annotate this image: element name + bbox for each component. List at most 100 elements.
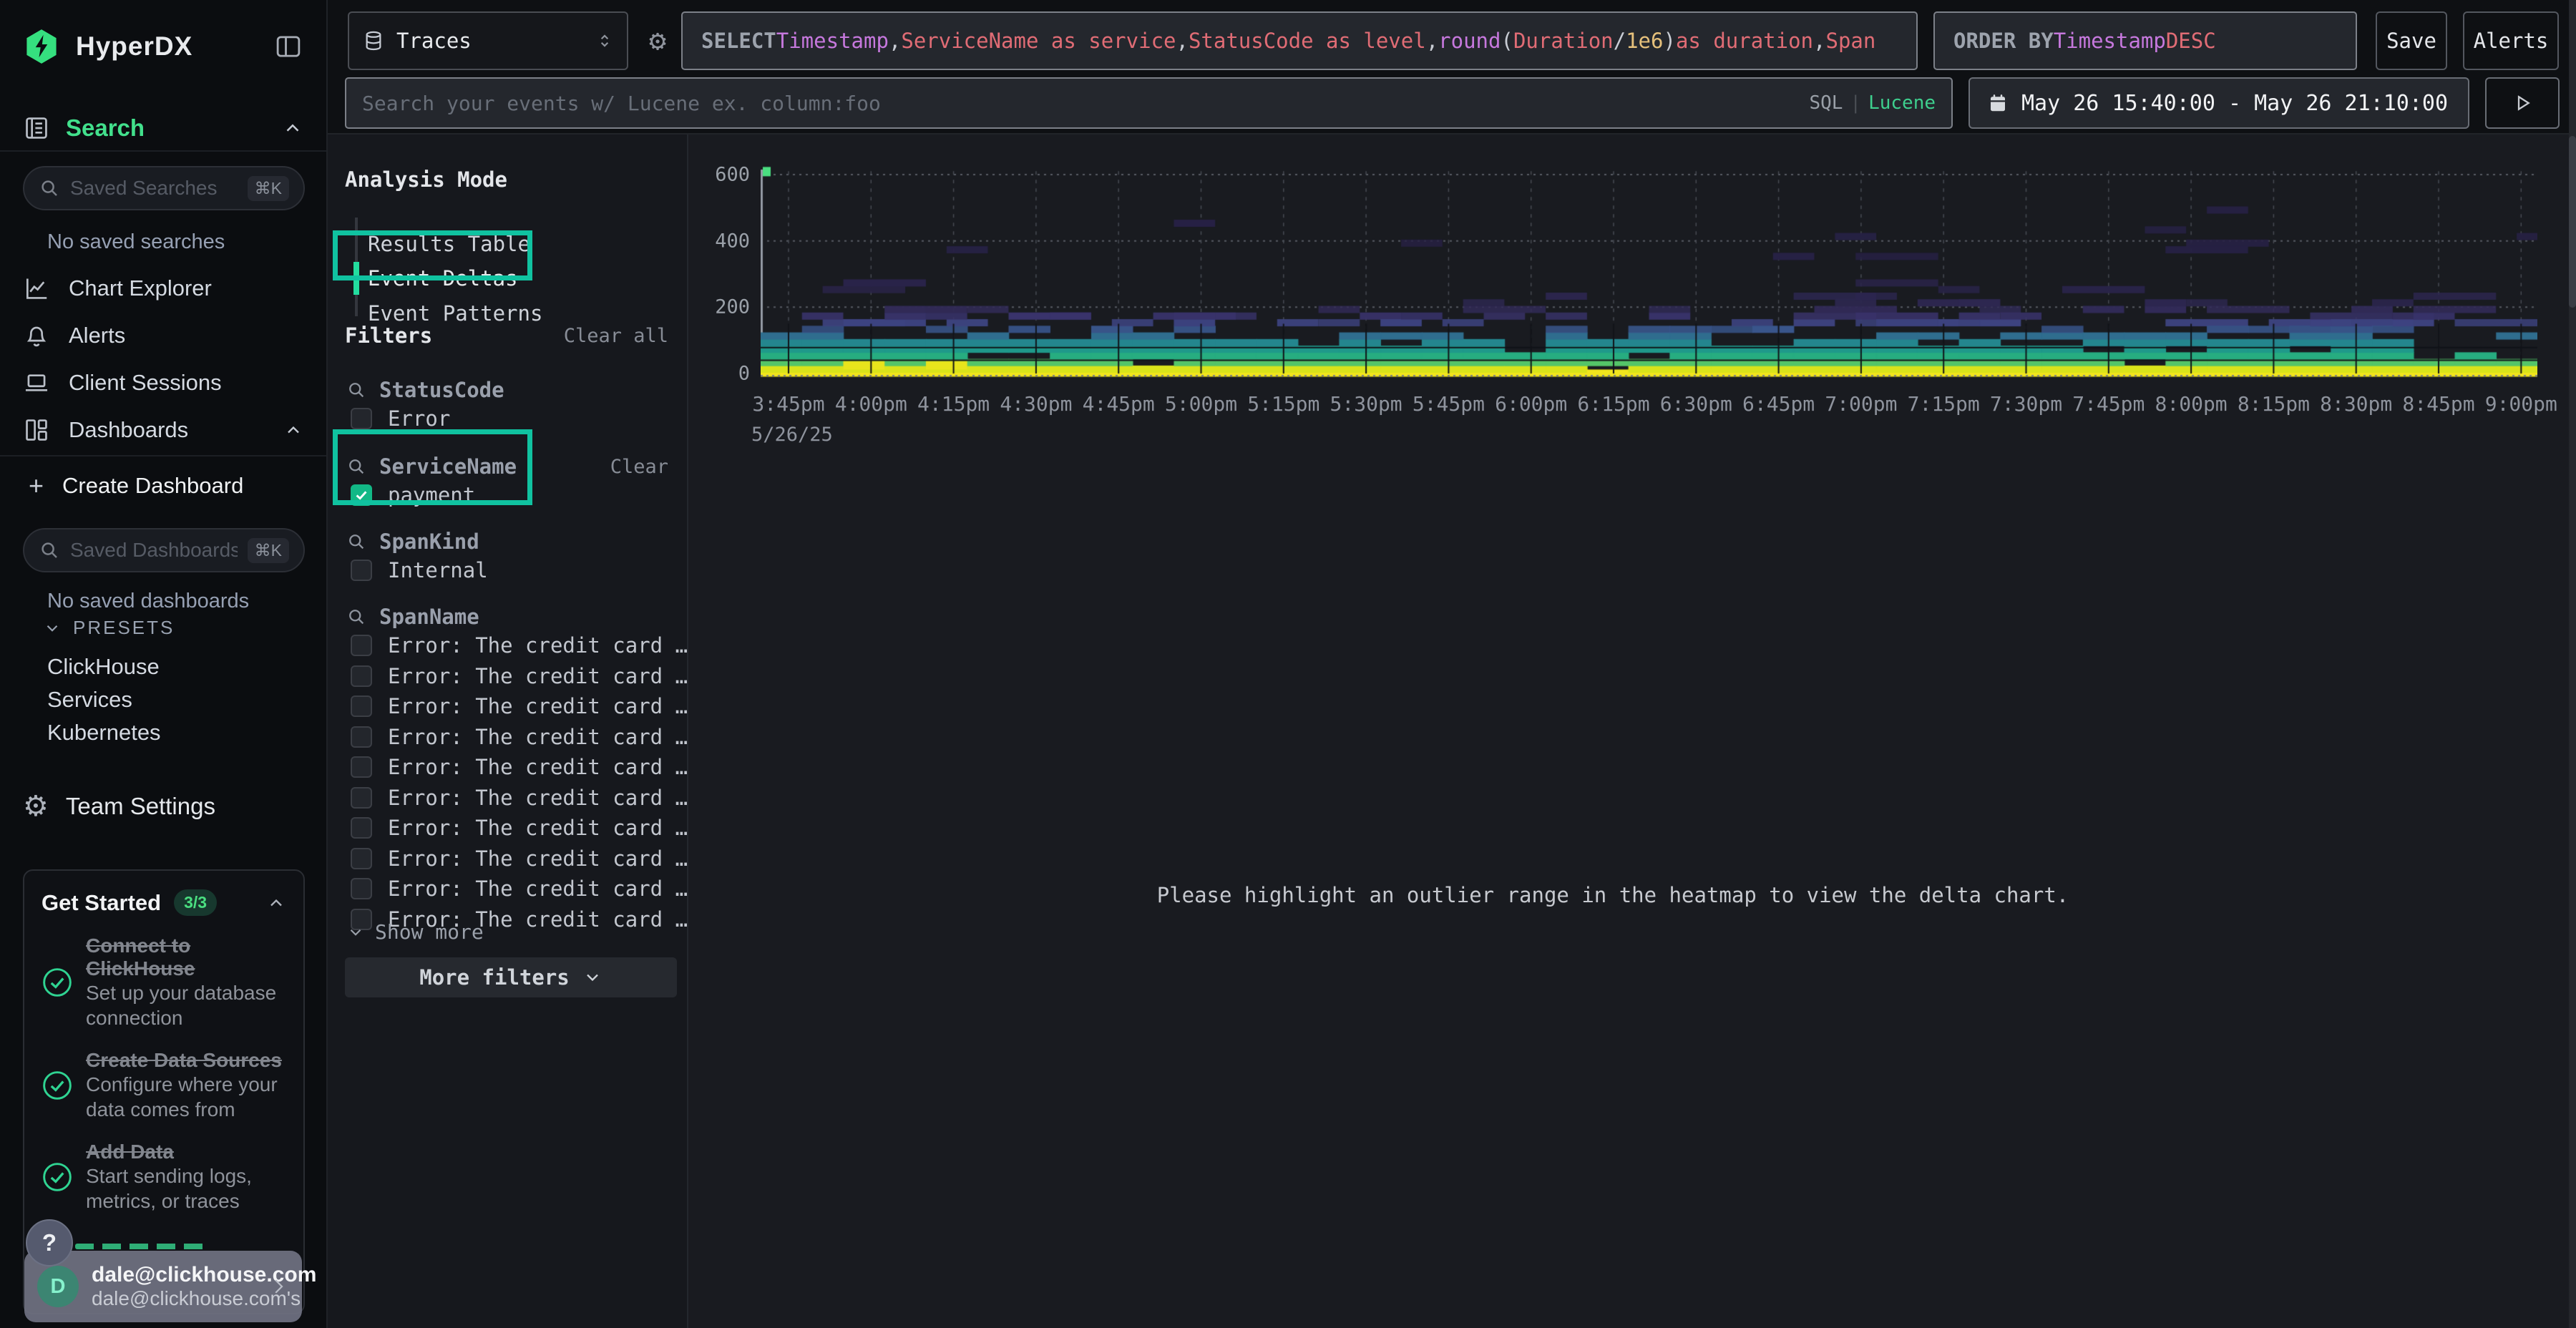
x-axis-tick-label: 5:45pm [1413, 392, 1485, 416]
get-started-title: Get Started [42, 890, 161, 916]
get-started-item[interactable]: Add DataStart sending logs, metrics, or … [42, 1141, 286, 1214]
filter-option-label: Error: The credit card … [388, 755, 688, 779]
filter-option-row[interactable]: Error [351, 406, 450, 431]
saved-searches-input[interactable] [70, 177, 238, 200]
sidebar-item-dashboards[interactable]: Dashboards [0, 406, 326, 454]
chart-explorer-icon [23, 275, 50, 302]
checkbox-unchecked[interactable] [351, 817, 372, 839]
checkbox-unchecked[interactable] [351, 695, 372, 717]
checkbox-unchecked[interactable] [351, 560, 372, 581]
sidebar-item-label: Alerts [69, 323, 303, 348]
filter-option-row[interactable]: Error: The credit card … [351, 664, 688, 688]
chevron-up-icon[interactable] [266, 893, 286, 913]
user-menu[interactable]: D dale@clickhouse.com dale@clickhouse.co… [24, 1251, 302, 1322]
database-icon [362, 29, 385, 52]
search-input[interactable] [362, 92, 1799, 115]
preset-dashboard-kubernetes[interactable]: Kubernetes [47, 720, 161, 746]
checkbox-unchecked[interactable] [351, 878, 372, 899]
sidebar-item-search[interactable]: Search [0, 106, 326, 152]
filter-group-spankind[interactable]: SpanKind [346, 529, 479, 554]
source-select[interactable]: Traces [348, 11, 628, 70]
checkbox-unchecked[interactable] [351, 408, 372, 429]
preset-dashboard-services[interactable]: Services [47, 687, 132, 713]
select-updown-icon [595, 31, 614, 50]
filter-option-row[interactable]: Error: The credit card … [351, 755, 688, 779]
sql-orderby-editor[interactable]: ORDER BY Timestamp DESC [1933, 11, 2357, 70]
filter-option-row[interactable]: Error: The credit card … [351, 725, 688, 749]
filter-option-label: Error: The credit card … [388, 664, 688, 688]
filter-option-row[interactable]: Error: The credit card … [351, 694, 688, 718]
sidebar-item-client-sessions[interactable]: Client Sessions [0, 359, 326, 406]
create-dashboard-button[interactable]: + Create Dashboard [29, 471, 243, 501]
x-axis-tick-label: 8:30pm [2320, 392, 2392, 416]
x-axis-tick-label: 5:15pm [1247, 392, 1319, 416]
chevron-down-icon [43, 619, 62, 638]
checkbox-unchecked[interactable] [351, 756, 372, 778]
user-org: dale@clickhouse.com's [92, 1287, 255, 1310]
presets-label: PRESETS [73, 617, 175, 639]
show-more-label: Show more [375, 920, 484, 944]
clear-all-link[interactable]: Clear all [564, 325, 668, 347]
checkbox-unchecked[interactable] [351, 787, 372, 809]
filter-option-row[interactable]: Error: The credit card … [351, 846, 688, 871]
filter-group-spanname[interactable]: SpanName [346, 605, 479, 629]
save-button[interactable]: Save [2376, 11, 2447, 70]
checkbox-unchecked[interactable] [351, 665, 372, 687]
filter-option-row[interactable]: Internal [351, 558, 488, 582]
plus-icon: + [29, 471, 44, 501]
sidebar-item-team-settings[interactable]: ⚙ Team Settings [0, 781, 326, 831]
chevron-up-icon[interactable] [282, 117, 303, 139]
analysis-mode-event-patterns[interactable]: Event Patterns [368, 301, 542, 326]
source-settings-gear-icon[interactable]: ⚙ [640, 23, 675, 59]
checkbox-unchecked[interactable] [351, 635, 372, 656]
clear-filter-link[interactable]: Clear [610, 456, 668, 478]
sql-token: ServiceName as service [901, 29, 1176, 53]
sidebar-item-chart-explorer[interactable]: Chart Explorer [0, 265, 326, 312]
query-language-toggle[interactable]: SQL|Lucene [1809, 92, 1936, 114]
preset-dashboard-clickhouse[interactable]: ClickHouse [47, 654, 160, 680]
sql-token: Duration [1513, 29, 1614, 53]
x-axis-tick-label: 5:30pm [1330, 392, 1402, 416]
sidebar-item-alerts[interactable]: Alerts [0, 312, 326, 359]
sql-token: round [1438, 29, 1501, 53]
filters-label: Filters [345, 323, 432, 348]
duration-heatmap[interactable] [761, 166, 2537, 378]
filter-group-statuscode[interactable]: StatusCode [346, 378, 504, 402]
checkbox-unchecked[interactable] [351, 848, 372, 869]
check-circle-icon [42, 967, 73, 998]
lang-sql-option[interactable]: SQL [1809, 92, 1843, 114]
run-query-button[interactable] [2485, 77, 2560, 129]
filter-option-row[interactable]: Error: The credit card … [351, 633, 688, 658]
event-search-bar[interactable]: SQL|Lucene [345, 77, 1953, 129]
page-scrollbar[interactable] [2569, 0, 2576, 1328]
get-started-item-title: Add Data [86, 1141, 286, 1163]
saved-dashboards-search[interactable]: ⌘K [23, 528, 305, 572]
x-axis-tick-label: 6:00pm [1495, 392, 1567, 416]
alerts-button[interactable]: Alerts [2463, 11, 2559, 70]
help-button[interactable]: ? [26, 1219, 73, 1266]
sql-token: , [889, 29, 901, 53]
x-axis-tick-label: 3:45pm [752, 392, 824, 416]
saved-dashboards-input[interactable] [70, 539, 238, 562]
get-started-item[interactable]: Connect to ClickHouseSet up your databas… [42, 934, 286, 1030]
lang-lucene-option[interactable]: Lucene [1868, 92, 1936, 114]
journal-icon [23, 114, 50, 142]
scrollbar-thumb[interactable] [2569, 136, 2576, 308]
brand-name: HyperDX [76, 31, 258, 62]
more-filters-button[interactable]: More filters [345, 957, 677, 997]
filter-option-row[interactable]: Error: The credit card … [351, 877, 688, 901]
presets-toggle[interactable]: PRESETS [43, 617, 175, 639]
filter-option-row[interactable]: Error: The credit card … [351, 786, 688, 810]
saved-searches-search[interactable]: ⌘K [23, 166, 305, 210]
sql-select-editor[interactable]: SELECT Timestamp, ServiceName as service… [681, 11, 1918, 70]
filter-option-row[interactable]: Error: The credit card … [351, 816, 688, 840]
x-axis-tick-label: 8:45pm [2402, 392, 2474, 416]
show-more-link[interactable]: Show more [346, 920, 484, 944]
filter-option-label: Error: The credit card … [388, 816, 688, 840]
time-range-picker[interactable]: May 26 15:40:00 - May 26 21:10:00 [1968, 77, 2469, 129]
checkbox-unchecked[interactable] [351, 726, 372, 748]
filter-group-name: StatusCode [379, 378, 504, 402]
collapse-sidebar-icon[interactable] [273, 31, 303, 62]
get-started-item[interactable]: Create Data SourcesConfigure where your … [42, 1049, 286, 1122]
get-started-item-desc: Start sending logs, metrics, or traces [86, 1163, 286, 1214]
